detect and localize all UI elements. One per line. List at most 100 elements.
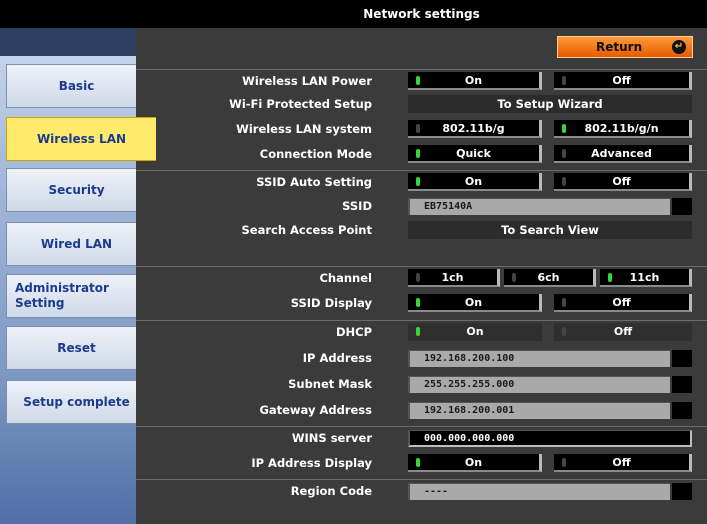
sidebar-item-wired-lan[interactable]: Wired LAN xyxy=(6,222,146,266)
field-value: 000.000.000.000 xyxy=(424,433,515,444)
field-end-cap xyxy=(672,483,692,500)
ip-address-field[interactable]: 192.168.200.100 xyxy=(408,350,692,367)
led-off-icon xyxy=(562,177,566,186)
row-ip-display: IP Address Display On Off xyxy=(136,452,707,474)
window-title: Network settings xyxy=(136,0,707,28)
led-on-icon xyxy=(416,177,420,186)
sidebar-item-label: Wireless LAN xyxy=(36,131,127,146)
sidebar-item-label: Wired LAN xyxy=(40,236,113,251)
row-label: Wi-Fi Protected Setup xyxy=(229,97,372,111)
option-label: 11ch xyxy=(629,271,660,284)
option-label: Off xyxy=(612,296,631,309)
row-ssid-display: SSID Display On Off xyxy=(136,292,707,314)
wireless-power-on-option[interactable]: On xyxy=(408,72,542,90)
led-on-icon xyxy=(416,76,420,85)
row-label: Wireless LAN Power xyxy=(242,74,372,88)
sidebar-item-reset[interactable]: Reset xyxy=(6,326,146,370)
row-label: Region Code xyxy=(290,484,372,498)
option-label: Off xyxy=(613,325,633,338)
return-label: Return xyxy=(596,40,643,54)
ssid-field[interactable]: EB75140A xyxy=(408,198,692,215)
wins-server-field[interactable]: 000.000.000.000 xyxy=(408,430,692,447)
dhcp-off-option[interactable]: Off xyxy=(554,323,692,341)
ssid-display-on-option[interactable]: On xyxy=(408,294,542,312)
sidebar: Basic Wireless LAN Security Wired LAN Ad… xyxy=(0,0,156,524)
ssid-display-off-option[interactable]: Off xyxy=(554,294,692,312)
sidebar-header xyxy=(0,0,136,28)
field-value: ---- xyxy=(424,486,449,497)
settings-panel: Network settings Return ↵ Wireless LAN P… xyxy=(136,0,707,524)
row-label: SSID Display xyxy=(290,296,372,310)
option-label: Quick xyxy=(456,147,491,160)
led-on-icon xyxy=(562,124,566,133)
led-off-icon xyxy=(562,149,566,158)
dhcp-on-option[interactable]: On xyxy=(408,323,542,341)
option-label: On xyxy=(466,325,484,338)
row-label: Search Access Point xyxy=(241,223,372,237)
field-value: 255.255.255.000 xyxy=(424,379,515,390)
row-region-code: Region Code ---- xyxy=(136,479,707,502)
connection-advanced-option[interactable]: Advanced xyxy=(554,145,692,163)
network-settings-screen: Basic Wireless LAN Security Wired LAN Ad… xyxy=(0,0,707,524)
gateway-field[interactable]: 192.168.200.001 xyxy=(408,402,692,419)
channel-11ch-option[interactable]: 11ch xyxy=(600,269,692,287)
row-ssid-auto: SSID Auto Setting On Off xyxy=(136,170,707,193)
field-value: 192.168.200.001 xyxy=(424,405,515,416)
led-off-icon xyxy=(562,76,566,85)
option-label: On xyxy=(464,74,483,87)
option-label: On xyxy=(464,456,483,469)
led-off-icon xyxy=(416,124,420,133)
row-dhcp: DHCP On Off xyxy=(136,320,707,343)
sidebar-item-basic[interactable]: Basic xyxy=(6,64,146,108)
sidebar-item-label: Administrator Setting xyxy=(15,281,109,310)
field-end-cap xyxy=(672,376,692,393)
subnet-mask-field[interactable]: 255.255.255.000 xyxy=(408,376,692,393)
channel-1ch-option[interactable]: 1ch xyxy=(408,269,500,287)
row-wireless-lan-power: Wireless LAN Power On Off xyxy=(136,69,707,92)
wireless-system-bg-option[interactable]: 802.11b/g xyxy=(408,120,542,138)
led-off-icon xyxy=(512,273,516,282)
sidebar-item-setup-complete[interactable]: Setup complete xyxy=(6,380,146,424)
row-label: Gateway Address xyxy=(259,403,372,417)
row-label: IP Address xyxy=(302,351,372,365)
sidebar-item-security[interactable]: Security xyxy=(6,168,146,212)
wireless-system-bgn-option[interactable]: 802.11b/g/n xyxy=(554,120,692,138)
ssid-auto-on-option[interactable]: On xyxy=(408,173,542,191)
row-label: Subnet Mask xyxy=(288,377,372,391)
led-off-icon xyxy=(562,298,566,307)
return-button[interactable]: Return ↵ xyxy=(557,36,693,58)
option-label: Off xyxy=(612,175,631,188)
row-label: SSID xyxy=(342,199,372,213)
row-label: DHCP xyxy=(335,325,372,339)
ssid-auto-off-option[interactable]: Off xyxy=(554,173,692,191)
row-label: Wireless LAN system xyxy=(236,122,372,136)
row-ip-address: IP Address 192.168.200.100 xyxy=(136,347,707,369)
ip-display-off-option[interactable]: Off xyxy=(554,454,692,472)
option-label: Off xyxy=(612,74,631,87)
led-on-icon xyxy=(416,149,420,158)
row-label: IP Address Display xyxy=(251,456,372,470)
row-label: Channel xyxy=(319,271,372,285)
led-on-icon xyxy=(416,298,420,307)
sidebar-item-administrator-setting[interactable]: Administrator Setting xyxy=(6,274,146,318)
ip-display-on-option[interactable]: On xyxy=(408,454,542,472)
connection-quick-option[interactable]: Quick xyxy=(408,145,542,163)
sidebar-item-wireless-lan[interactable]: Wireless LAN xyxy=(6,117,156,161)
setup-wizard-button[interactable]: To Setup Wizard xyxy=(408,95,692,113)
sidebar-item-label: Basic xyxy=(58,78,95,93)
option-label: 1ch xyxy=(441,271,464,284)
region-code-field: ---- xyxy=(408,483,692,500)
field-end-cap xyxy=(672,198,692,215)
channel-6ch-option[interactable]: 6ch xyxy=(504,269,596,287)
wireless-power-off-option[interactable]: Off xyxy=(554,72,692,90)
row-connection-mode: Connection Mode Quick Advanced xyxy=(136,143,707,165)
option-label: On xyxy=(464,175,483,188)
search-view-button[interactable]: To Search View xyxy=(408,221,692,239)
return-arrow-icon: ↵ xyxy=(672,40,686,54)
row-gateway: Gateway Address 192.168.200.001 xyxy=(136,399,707,421)
option-label: On xyxy=(464,296,483,309)
option-label: 802.11b/g xyxy=(442,122,505,135)
field-value: EB75140A xyxy=(424,201,473,212)
row-label: Connection Mode xyxy=(259,147,372,161)
led-on-icon xyxy=(416,327,420,336)
